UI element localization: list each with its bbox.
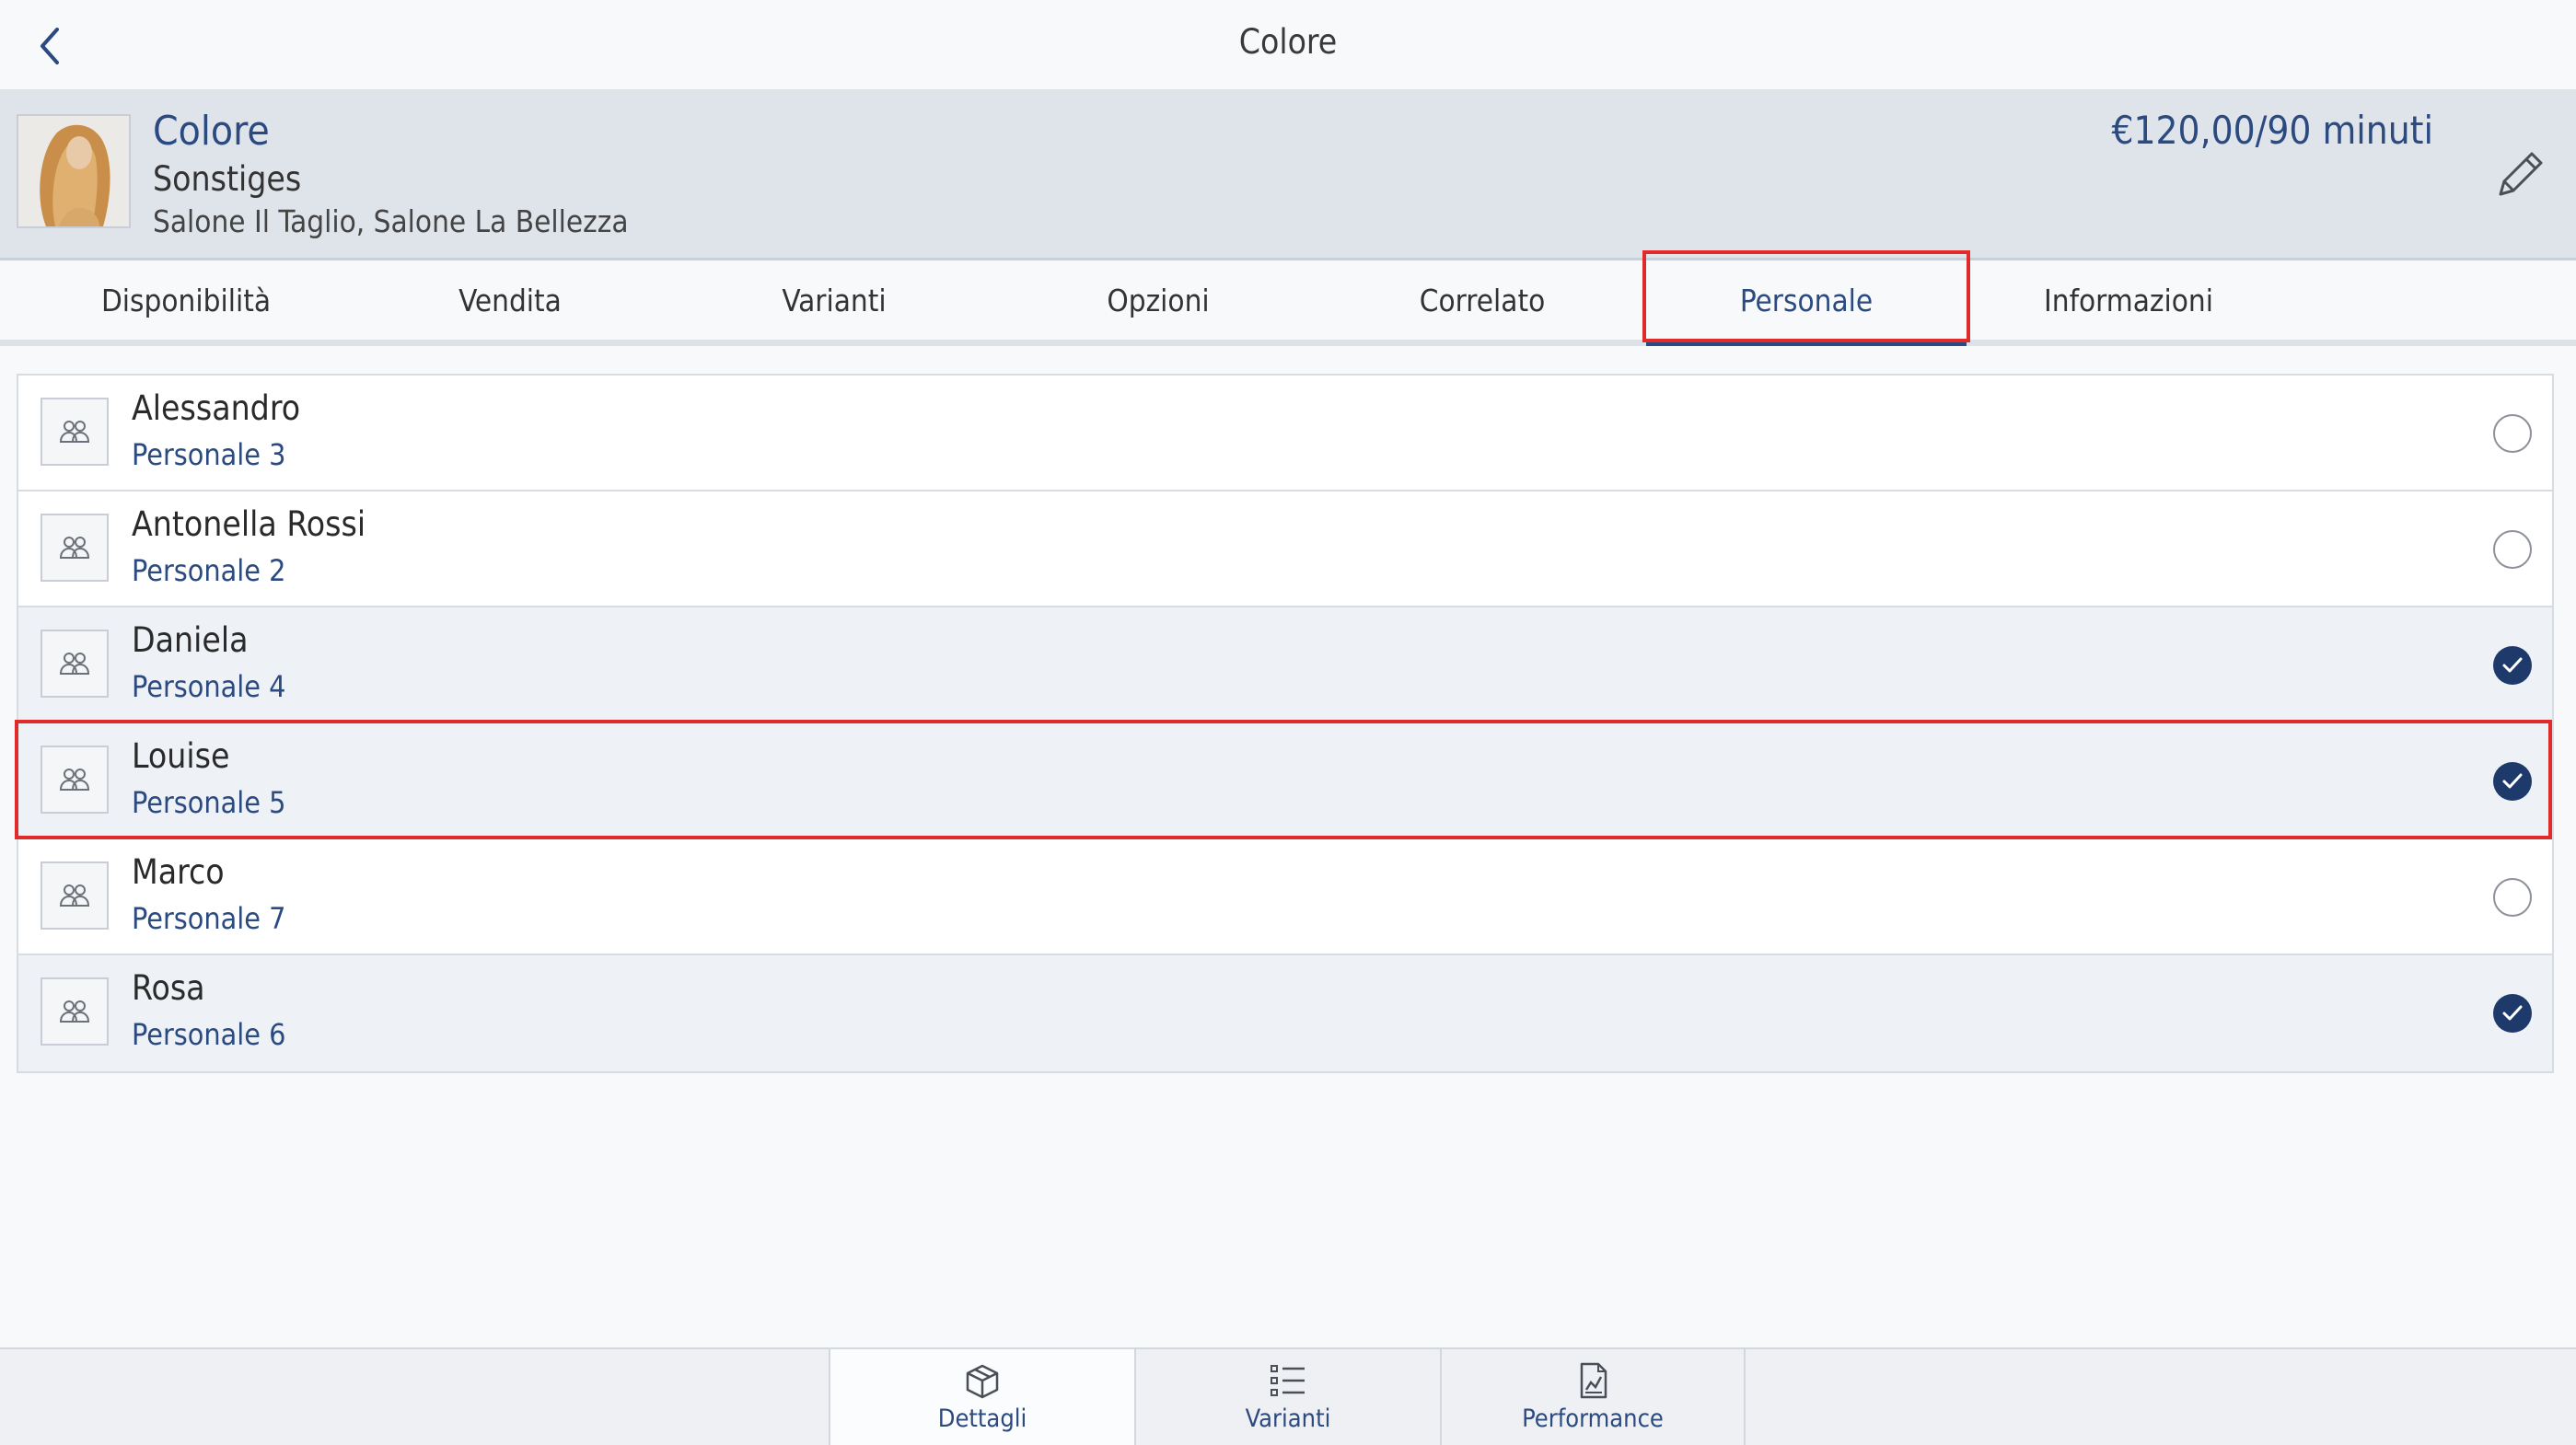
staff-name: Marco	[132, 852, 225, 892]
service-thumbnail	[17, 114, 131, 228]
people-icon	[59, 1000, 90, 1023]
tab-vendita[interactable]: Vendita	[372, 260, 648, 340]
pencil-icon	[2499, 152, 2543, 196]
checkmark-icon	[2502, 1005, 2523, 1021]
staff-role: Personale 4	[132, 669, 286, 704]
staff-name: Alessandro	[132, 388, 301, 428]
people-icon	[59, 653, 90, 675]
staff-role: Personale 5	[132, 785, 286, 820]
staff-name: Antonella Rossi	[132, 504, 366, 544]
staff-row[interactable]: Rosa Personale 6	[18, 955, 2552, 1071]
tab-varianti[interactable]: Varianti	[696, 260, 972, 340]
selection-radio[interactable]	[2493, 530, 2532, 569]
staff-name: Louise	[132, 736, 230, 776]
staff-role: Personale 7	[132, 901, 286, 936]
selection-radio[interactable]	[2493, 878, 2532, 917]
staff-avatar	[41, 630, 109, 698]
selection-checkmark[interactable]	[2493, 994, 2532, 1033]
tab-personale[interactable]: Personale	[1646, 260, 1967, 346]
service-locations: Salone Il Taglio, Salone La Bellezza	[153, 203, 629, 239]
service-category: Sonstiges	[153, 159, 302, 199]
bottom-tab-bar: Dettagli Varianti Performance	[0, 1347, 2576, 1445]
staff-avatar	[41, 746, 109, 814]
selection-radio[interactable]	[2493, 414, 2532, 453]
page-title: Colore	[1238, 22, 1338, 62]
staff-avatar	[41, 861, 109, 930]
tab-informazioni[interactable]: Informazioni	[1990, 260, 2267, 340]
staff-avatar	[41, 398, 109, 466]
staff-row[interactable]: Louise Personale 5	[18, 723, 2552, 839]
bottom-tab-performance[interactable]: Performance	[1440, 1349, 1746, 1445]
navigation-bar: Colore	[0, 0, 2576, 89]
people-icon	[59, 884, 90, 907]
tab-correlato[interactable]: Correlato	[1344, 260, 1620, 340]
tab-disponibilita[interactable]: Disponibilità	[0, 260, 372, 340]
staff-row[interactable]: Antonella Rossi Personale 2	[18, 491, 2552, 607]
staff-role: Personale 2	[132, 553, 286, 588]
people-icon	[59, 421, 90, 443]
staff-name: Rosa	[132, 968, 205, 1008]
checkmark-icon	[2502, 657, 2523, 673]
selection-checkmark[interactable]	[2493, 646, 2532, 685]
selection-checkmark[interactable]	[2493, 762, 2532, 801]
box-icon	[966, 1364, 999, 1399]
staff-avatar	[41, 977, 109, 1046]
checkmark-icon	[2502, 773, 2523, 789]
staff-row[interactable]: Marco Personale 7	[18, 839, 2552, 955]
list-icon	[1271, 1365, 1305, 1396]
service-name: Colore	[153, 108, 270, 155]
staff-name: Daniela	[132, 620, 249, 660]
edit-button[interactable]	[2491, 146, 2548, 203]
staff-role: Personale 3	[132, 437, 286, 472]
chart-document-icon	[1580, 1362, 1607, 1399]
service-price: €120,00/90 minuti	[2111, 108, 2433, 153]
staff-list: Alessandro Personale 3 Antonella Rossi Pers…	[17, 374, 2554, 1073]
people-icon	[59, 769, 90, 791]
tab-bar: Disponibilità Vendita Varianti Opzioni C…	[0, 260, 2576, 346]
service-header: Colore Sonstiges Salone Il Taglio, Salon…	[0, 89, 2576, 260]
staff-avatar	[41, 514, 109, 582]
bottom-tab-dettagli[interactable]: Dettagli	[829, 1349, 1134, 1445]
tab-opzioni[interactable]: Opzioni	[1020, 260, 1296, 340]
staff-role: Personale 6	[132, 1017, 286, 1052]
bottom-tab-varianti[interactable]: Varianti	[1134, 1349, 1440, 1445]
hair-photo-icon	[18, 116, 129, 226]
people-icon	[59, 537, 90, 559]
staff-row[interactable]: Alessandro Personale 3	[18, 376, 2552, 491]
staff-row[interactable]: Daniela Personale 4	[18, 607, 2552, 723]
